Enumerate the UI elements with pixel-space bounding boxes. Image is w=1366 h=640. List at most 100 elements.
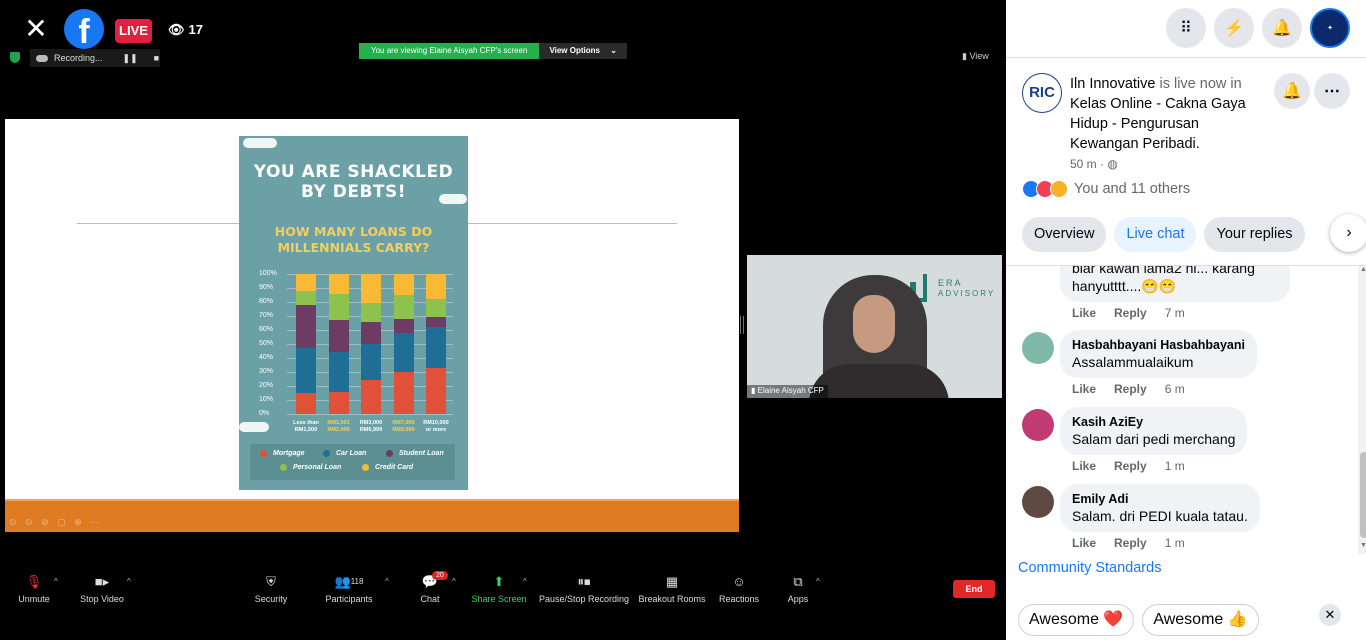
security-button[interactable]: ⛨ Security xyxy=(231,574,311,604)
chart-legend: Mortgage Car Loan Student Loan Personal Loa… xyxy=(250,444,455,480)
reply-link[interactable]: Reply xyxy=(1114,459,1147,473)
like-link[interactable]: Like xyxy=(1072,459,1096,473)
scroll-up-arrow[interactable]: ▲ xyxy=(1360,266,1366,273)
share-banner-text: You are viewing Elaine Aisyah CFP's scre… xyxy=(359,43,540,59)
apps-options-caret[interactable]: ^ xyxy=(816,577,820,586)
x-tick-label: RM1,501 RM2,999 xyxy=(327,420,350,433)
commenter-name[interactable]: Kasih AziEy xyxy=(1072,414,1235,430)
notifications-icon[interactable]: 🔔 xyxy=(1262,8,1302,48)
comment-bubble: Emily Adi Salam. dri PEDI kuala tatau. xyxy=(1060,484,1260,532)
comments-scrollbar[interactable]: ▲ ▼ xyxy=(1358,266,1366,554)
video-options-caret[interactable]: ^ xyxy=(127,577,131,586)
reply-link[interactable]: Reply xyxy=(1114,536,1147,550)
live-status-text: is live now in xyxy=(1155,76,1242,92)
close-icon[interactable]: ✕ xyxy=(22,15,50,44)
chat-options-caret[interactable]: ^ xyxy=(452,577,456,586)
speaker-video: ERA ADVISORY ▮ Elaine Aisyah CFP xyxy=(747,255,1002,398)
messenger-icon[interactable]: ⚡ xyxy=(1214,8,1254,48)
like-link[interactable]: Like xyxy=(1072,536,1096,550)
facebook-side-panel: ⠿ ⚡ 🔔 ✦ RIC Iln Innovative is live now i… xyxy=(1006,0,1366,640)
tab-overview[interactable]: Overview xyxy=(1022,217,1107,252)
tab-your-replies[interactable]: Your replies xyxy=(1204,217,1305,252)
scrollbar-thumb[interactable] xyxy=(1360,452,1366,538)
menu-grid-icon[interactable]: ⠿ xyxy=(1166,8,1206,48)
commenter-avatar[interactable] xyxy=(1022,409,1054,441)
scroll-down-arrow[interactable]: ▼ xyxy=(1360,542,1366,549)
bar-segment-personal-loan xyxy=(361,303,381,322)
view-button[interactable]: ▮ View xyxy=(962,51,989,62)
recording-label: Recording... xyxy=(54,53,103,63)
globe-icon: ◍ xyxy=(1107,157,1118,171)
bar-segment-mortgage xyxy=(426,367,446,414)
y-tick-label: 40% xyxy=(259,354,274,361)
reaction-summary[interactable]: You and 11 others xyxy=(1022,180,1190,198)
comment-bubble: biar kawan lama2 ni... karang hanyutttt.… xyxy=(1060,266,1290,302)
like-link[interactable]: Like xyxy=(1072,382,1096,396)
bar-segment-credit-card xyxy=(393,274,414,295)
quick-replies: Awesome ❤️ Awesome 👍 xyxy=(1018,604,1259,636)
commenter-name[interactable]: Hasbahbayani Hasbahbayani xyxy=(1072,337,1245,353)
reply-link[interactable]: Reply xyxy=(1114,306,1147,320)
bar-segment-student-loan xyxy=(426,317,446,328)
commenter-name[interactable]: Emily Adi xyxy=(1072,491,1248,507)
live-video-area: ✕ f LIVE 👁 17 Recording... ❚❚ ■ You are v… xyxy=(0,0,1006,640)
bell-icon[interactable]: 🔔 xyxy=(1274,73,1310,109)
x-tick-label: RM10,000 or more xyxy=(423,420,449,433)
chat-unread-badge: 20 xyxy=(432,571,448,580)
stop-icon[interactable]: ■ xyxy=(154,53,159,63)
pause-icon[interactable]: ❚❚ xyxy=(123,53,138,64)
stacked-bar xyxy=(296,274,316,414)
comment-text: Salam dari pedi merchang xyxy=(1072,431,1236,447)
legend-label: Car Loan xyxy=(336,450,367,457)
split-handle[interactable] xyxy=(740,316,744,334)
stacked-bar xyxy=(426,274,446,414)
cloud-decoration xyxy=(239,422,269,432)
commenter-avatar[interactable] xyxy=(1022,486,1054,518)
bar-segment-personal-loan xyxy=(328,293,349,321)
participants-button[interactable]: 👥118 Participants xyxy=(309,574,389,604)
screen-share-banner: You are viewing Elaine Aisyah CFP's scre… xyxy=(359,43,627,59)
chat-button[interactable]: 💬 Chat xyxy=(390,574,470,604)
author-link[interactable]: Iln Innovative xyxy=(1070,76,1155,92)
security-shield-icon xyxy=(10,52,20,63)
care-reaction-icon xyxy=(1050,180,1068,198)
slide-controls[interactable]: ⊙ ⊙ ⊘ ▢ ⊕ ⋯ xyxy=(9,517,102,528)
comment-text: biar kawan lama2 ni... karang hanyutttt.… xyxy=(1072,266,1255,294)
comment-time: 1 m xyxy=(1164,459,1185,473)
like-link[interactable]: Like xyxy=(1072,306,1096,320)
share-options-caret[interactable]: ^ xyxy=(523,577,527,586)
quick-reply-chip[interactable]: Awesome ❤️ xyxy=(1018,604,1135,636)
group-link[interactable]: Kelas Online - Cakna Gaya Hidup - Pengur… xyxy=(1070,96,1246,152)
reply-link[interactable]: Reply xyxy=(1114,382,1147,396)
bar-segment-mortgage xyxy=(361,380,381,414)
end-meeting-button[interactable]: End xyxy=(953,580,995,598)
bar-segment-credit-card xyxy=(426,274,446,300)
bar-segment-personal-loan xyxy=(393,295,414,319)
apps-button[interactable]: ⧉ Apps xyxy=(758,574,838,604)
header-divider xyxy=(1006,57,1366,58)
chevron-right-icon[interactable]: › xyxy=(1330,214,1366,252)
panel-tabs: Overview Live chat Your replies xyxy=(1022,217,1305,252)
participants-options-caret[interactable]: ^ xyxy=(385,577,389,586)
view-options-button[interactable]: View Options ⌄ xyxy=(539,43,627,59)
more-options-icon[interactable]: ⋯ xyxy=(1314,73,1350,109)
camera-name-label: ▮ Elaine Aisyah CFP xyxy=(747,385,828,398)
shield-icon: ⛨ xyxy=(266,574,276,589)
profile-avatar[interactable]: ✦ xyxy=(1310,8,1350,48)
comment-actions: Like Reply 1 m xyxy=(1072,459,1185,473)
share-screen-button[interactable]: ⬆ Share Screen xyxy=(459,574,539,604)
community-standards-link[interactable]: Community Standards xyxy=(1018,560,1161,576)
close-quick-replies-icon[interactable]: ✕ xyxy=(1319,604,1341,626)
pause-stop-recording-button[interactable]: ⏸⏹ Pause/Stop Recording xyxy=(534,574,634,604)
tab-live-chat[interactable]: Live chat xyxy=(1114,217,1197,252)
page-avatar[interactable]: RIC xyxy=(1022,73,1062,113)
quick-reply-chip[interactable]: Awesome 👍 xyxy=(1142,604,1259,636)
poster-title: YOU ARE SHACKLED BY DEBTS! xyxy=(253,162,454,202)
legend-swatch xyxy=(386,450,393,457)
pause-stop-icon: ⏸⏹ xyxy=(577,574,591,589)
facebook-logo[interactable]: f xyxy=(64,9,104,51)
y-tick-label: 10% xyxy=(259,396,274,403)
eye-icon: 👁 xyxy=(168,22,185,37)
audio-options-caret[interactable]: ^ xyxy=(54,577,58,586)
commenter-avatar[interactable] xyxy=(1022,332,1054,364)
